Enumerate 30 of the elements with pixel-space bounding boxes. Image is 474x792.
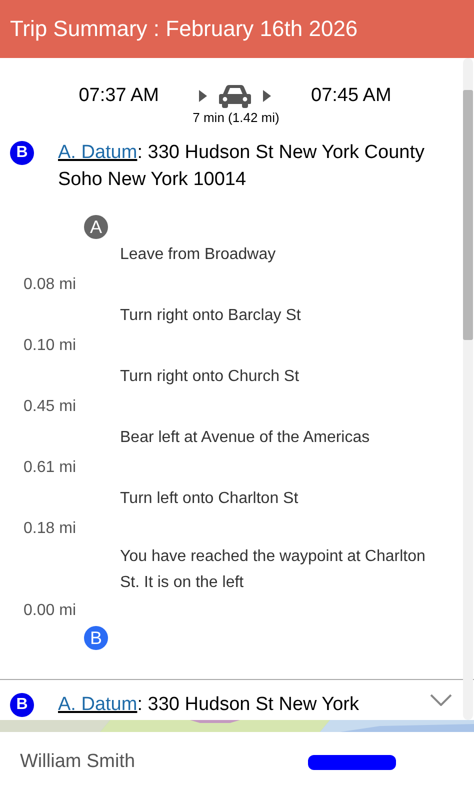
scrollbar[interactable]: [463, 58, 473, 720]
step-distance: 0.45 mi: [22, 397, 76, 417]
step-distance: 0.10 mi: [22, 336, 76, 356]
destination-address: A. Datum: 330 Hudson St New York County Soho New York 10014: [58, 141, 426, 192]
company-link[interactable]: A. Datum: [58, 142, 138, 163]
marker-badge: B: [10, 693, 34, 717]
trip-duration: 7 min (1.42 mi): [192, 110, 280, 125]
end-marker: B: [84, 626, 108, 650]
depart-time: 07:37 AM: [78, 85, 159, 107]
step-instruction: Turn right onto Church St: [119, 366, 300, 386]
step-instruction: Bear left at Avenue of the Americas: [119, 428, 371, 448]
play-icon: [263, 90, 271, 102]
step-distance: 0.08 mi: [22, 275, 76, 295]
company-link[interactable]: A. Datum: [58, 694, 138, 714]
step-instruction: Leave from Broadway: [119, 244, 277, 264]
page-title: Trip Summary : February 16th 2026: [10, 16, 358, 42]
step-instruction: Turn right onto Barclay St: [119, 306, 302, 326]
marker-badge: B: [10, 141, 34, 165]
start-marker: A: [84, 215, 108, 239]
step-distance: 0.00 mi: [22, 601, 76, 621]
step-instruction: Turn left onto Charlton St: [119, 488, 300, 508]
step-distance: 0.18 mi: [22, 519, 76, 539]
play-icon: [199, 90, 207, 102]
step-distance: 0.61 mi: [22, 458, 76, 478]
arrive-time: 07:45 AM: [311, 85, 392, 107]
stop-address: A. Datum: 330 Hudson St New York: [58, 692, 360, 716]
chevron-icon[interactable]: [430, 694, 452, 706]
step-instruction: You have reached the waypoint at Charlton St. It is on the left: [119, 547, 426, 593]
car-icon: [219, 84, 251, 108]
user-name: William Smith: [20, 751, 136, 773]
